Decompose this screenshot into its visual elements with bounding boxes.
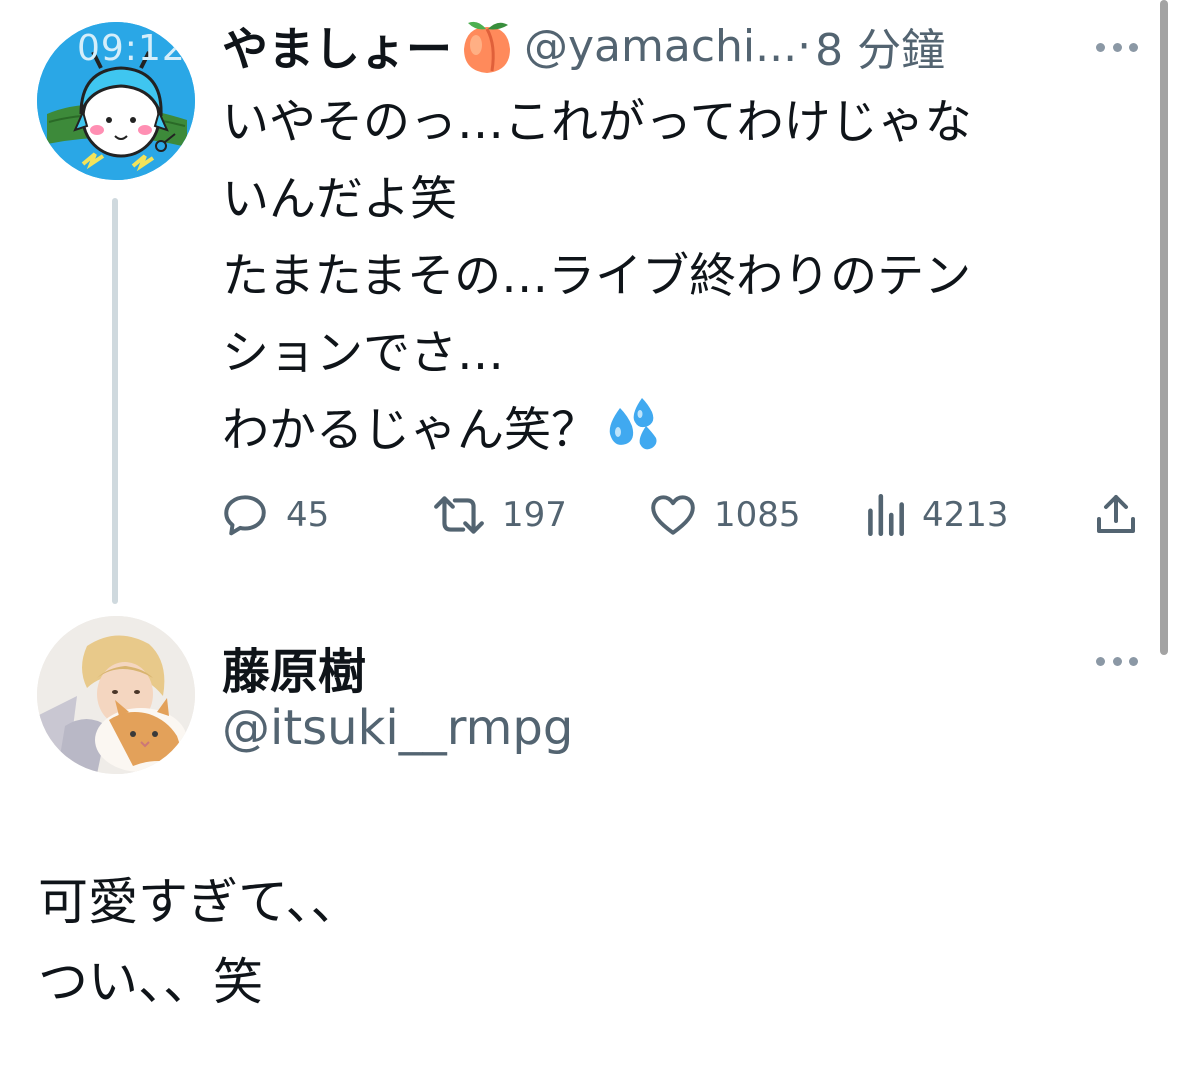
person-with-cat-avatar-icon [37, 616, 195, 774]
views-button[interactable]: 4213 [864, 480, 1009, 550]
more-options-icon[interactable] [1096, 654, 1138, 668]
retweet-button[interactable]: 197 [432, 480, 567, 550]
tweet1-action-bar: 45 197 1085 4213 [220, 480, 1140, 550]
reply-count: 45 [286, 495, 330, 535]
tweet2-text-line: つい、、笑 [38, 953, 263, 1011]
share-button[interactable] [1092, 480, 1140, 550]
tweet1-text-line: ションでさ… [222, 326, 504, 381]
retweet-count: 197 [502, 495, 567, 535]
tweet-thread: 09:12 やましょー @yamachi... · 8 分鐘 いやそのっ…これが… [0, 0, 1178, 1075]
more-options-icon[interactable] [1096, 40, 1138, 54]
like-count: 1085 [714, 495, 801, 535]
heart-icon [651, 495, 695, 535]
peach-emoji-icon [456, 15, 518, 77]
tweet2-handle[interactable]: @itsuki__rmpg [222, 700, 573, 756]
avatar-yamasho[interactable]: 09:12 [37, 22, 195, 180]
avatar-time-text: 09:12 [77, 28, 186, 69]
tweet2-text: 可愛すぎて、、 つい、、笑 [38, 862, 361, 1022]
tweet1-text-line: いやそのっ…これがってわけじゃな [222, 95, 972, 150]
sweat-droplets-emoji-icon [604, 394, 664, 454]
scrollbar[interactable] [1160, 0, 1168, 655]
tweet1-text: いやそのっ…これがってわけじゃな いんだよ笑 たまたまその…ライブ終わりのテン … [222, 84, 1102, 469]
retweet-icon [434, 496, 484, 534]
analytics-icon [868, 493, 904, 537]
tweet2-display-name[interactable]: 藤原樹 [222, 632, 366, 702]
share-icon [1097, 495, 1135, 533]
tweet1-timestamp[interactable]: 8 分鐘 [815, 14, 945, 78]
thread-connector-line [112, 198, 118, 604]
avatar-itsuki[interactable] [37, 616, 195, 774]
tweet1-header: やましょー @yamachi... · 8 分鐘 [222, 12, 945, 80]
tweet1-display-name[interactable]: やましょー [222, 13, 452, 79]
tweet2-text-line: 可愛すぎて、、 [38, 873, 361, 931]
view-count: 4213 [922, 495, 1009, 535]
tweet1-handle[interactable]: @yamachi... [524, 21, 797, 72]
tweet1-text-line-last: わかるじゃん笑？ [222, 392, 1102, 469]
tweet1-text-line: たまたまその…ライブ終わりのテン [222, 249, 972, 304]
tweet1-text-line: いんだよ笑 [222, 172, 457, 227]
tweet1-separator: · [797, 20, 812, 72]
tweet1-text-line-content: わかるじゃん笑？ [222, 403, 598, 458]
reply-icon [224, 495, 266, 536]
reply-button[interactable]: 45 [220, 480, 329, 550]
like-button[interactable]: 1085 [648, 480, 801, 550]
